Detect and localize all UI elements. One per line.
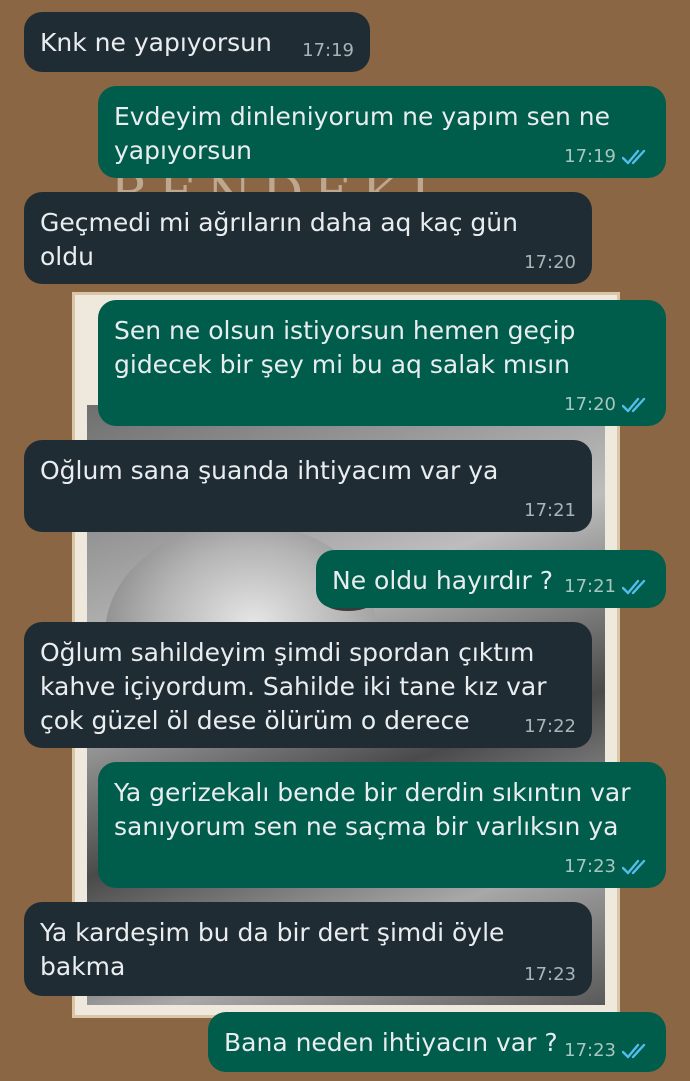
message-meta: 17:21 [564,576,650,598]
message-text: Oğlum sana şuanda ihtiyacım var ya [40,456,499,485]
message-time: 17:21 [564,576,616,597]
message-meta: 17:19 [302,40,354,62]
message-bubble-outgoing[interactable]: Ya gerizekalı bende bir derdin sıkıntın … [98,762,666,888]
message-bubble-outgoing[interactable]: Bana neden ihtiyacın var ? 17:23 [208,1012,666,1072]
double-check-icon [622,1043,646,1059]
message-text: Ya gerizekalı bende bir derdin sıkıntın … [114,778,631,841]
message-time: 17:21 [524,500,576,521]
message-text: Sen ne olsun istiyorsun hemen geçip gide… [114,316,576,379]
message-time: 17:23 [564,1040,616,1061]
message-bubble-outgoing[interactable]: Ne oldu hayırdır ? 17:21 [316,550,666,608]
message-meta: 17:20 [524,252,576,274]
double-check-icon [622,149,646,165]
message-meta: 17:23 [524,964,576,986]
message-bubble-outgoing[interactable]: Sen ne olsun istiyorsun hemen geçip gide… [98,300,666,426]
message-meta: 17:21 [524,500,576,522]
message-bubble-outgoing[interactable]: Evdeyim dinleniyorum ne yapım sen ne yap… [98,86,666,178]
message-text: Geçmedi mi ağrıların daha aq kaç gün old… [40,208,526,271]
message-bubble-incoming[interactable]: Oğlum sahildeyim şimdi spordan çıktım ka… [24,622,592,748]
message-time: 17:23 [524,964,576,985]
message-time: 17:20 [564,394,616,415]
message-meta: 17:20 [564,394,650,416]
message-text: Ya kardeşim bu da bir dert şimdi öyle ba… [40,918,505,981]
message-time: 17:23 [564,856,616,877]
message-bubble-incoming[interactable]: Ya kardeşim bu da bir dert şimdi öyle ba… [24,902,592,996]
message-time: 17:20 [524,252,576,273]
message-text: Oğlum sahildeyim şimdi spordan çıktım ka… [40,638,547,735]
double-check-icon [622,579,646,595]
message-meta: 17:23 [564,856,650,878]
message-meta: 17:19 [564,146,650,168]
message-bubble-incoming[interactable]: Oğlum sana şuanda ihtiyacım var ya 17:21 [24,440,592,532]
double-check-icon [622,397,646,413]
message-time: 17:19 [302,40,354,61]
message-meta: 17:22 [524,716,576,738]
message-time: 17:22 [524,716,576,737]
message-time: 17:19 [564,146,616,167]
message-bubble-incoming[interactable]: Knk ne yapıyorsun 17:19 [24,12,370,72]
double-check-icon [622,859,646,875]
message-bubble-incoming[interactable]: Geçmedi mi ağrıların daha aq kaç gün old… [24,192,592,284]
message-meta: 17:23 [564,1040,650,1062]
